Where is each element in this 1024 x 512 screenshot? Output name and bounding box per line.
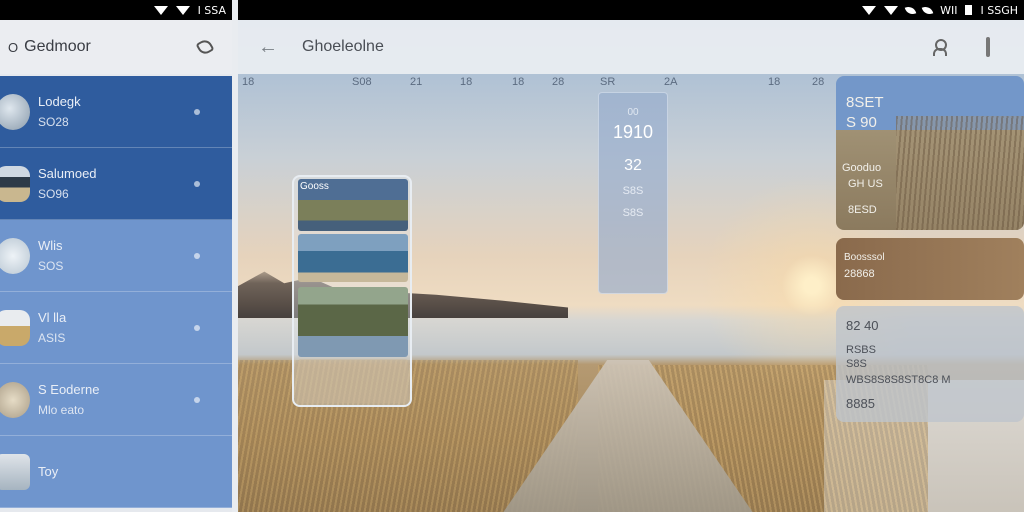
time-card[interactable]: 00 1910 32 S8S S8S — [598, 92, 668, 294]
card-text: S 90 — [846, 114, 877, 131]
leaf-icon — [904, 4, 917, 16]
card-text: 82 40 — [846, 318, 879, 333]
card-text: Gooduo — [842, 162, 882, 174]
card-image — [896, 116, 1024, 230]
timeline-tick: S08 — [352, 76, 372, 88]
item-title: Wlis — [38, 237, 63, 253]
item-sub: ASIS — [38, 330, 66, 345]
status-text: WII — [940, 3, 958, 17]
status-text: I SSGH — [980, 3, 1018, 17]
list-item[interactable]: Vl lla ASIS — [0, 292, 232, 364]
right-title: Ghoeleolne — [302, 38, 384, 55]
back-arrow-icon[interactable]: ← — [258, 36, 278, 59]
avatar — [0, 237, 30, 274]
timeline-tick: 21 — [410, 76, 423, 88]
timeline-tick: SR — [600, 76, 616, 88]
item-title: Lodegk — [38, 93, 81, 109]
dot-icon — [194, 252, 200, 259]
details-card[interactable]: 82 40 RSBS S8S WBS8S8S8ST8C8 M 8885 — [836, 306, 1024, 422]
list-item[interactable]: Wlis SOS — [0, 220, 232, 292]
person-icon[interactable] — [932, 39, 947, 56]
item-title: Salumoed — [38, 165, 97, 181]
left-header: O Gedmoor — [0, 20, 232, 74]
back-button[interactable]: O — [8, 40, 18, 55]
card-text: S8S — [846, 358, 867, 370]
list-item[interactable]: Toy — [0, 436, 232, 508]
item-title: Vl lla — [38, 309, 67, 325]
time-card-sub: 32 — [624, 157, 642, 174]
avatar — [0, 453, 30, 490]
wifi-icon — [175, 5, 190, 15]
list-item[interactable]: S Eoderne Mlo eato — [0, 364, 232, 436]
right-header: ← Ghoeleolne — [238, 20, 1024, 74]
list-item[interactable]: Salumoed SO96 — [0, 148, 232, 220]
right-panel: ← Ghoeleolne 18 S08 21 18 18 28 SR 2A 18… — [238, 20, 1024, 512]
item-sub: SO96 — [38, 186, 69, 201]
avatar — [0, 165, 30, 202]
battery-icon — [965, 5, 973, 15]
status-text: I SSA — [197, 3, 226, 17]
timeline-tick: 18 — [512, 76, 525, 88]
side-cards: 8SET S 90 Gooduo GH US 8ESD Boosssol 288… — [836, 76, 1024, 512]
wifi-icon — [153, 5, 168, 15]
status-bar-left: I SSA — [0, 0, 232, 20]
card-text: Boosssol — [844, 252, 885, 263]
dot-icon — [194, 108, 200, 115]
dot-icon — [194, 324, 200, 331]
photo-gallery-card[interactable]: Gooss — [292, 175, 412, 407]
info-card[interactable]: Boosssol 28868 — [836, 238, 1024, 300]
left-panel: O Gedmoor Lodegk SO28 Salumoed SO96 Wlis SO… — [0, 20, 232, 512]
timeline-tick: 18 — [768, 76, 781, 88]
timeline-tick: 28 — [552, 76, 565, 88]
card-text: 8885 — [846, 396, 875, 411]
timeline-tick: 18 — [460, 76, 473, 88]
card-text: GH US — [848, 178, 883, 190]
leaf-icon — [921, 4, 934, 16]
timeline-tick: 28 — [812, 76, 825, 88]
timeline-tick: 18 — [242, 76, 255, 88]
photo-thumbnail[interactable] — [298, 359, 408, 403]
avatar — [0, 381, 30, 418]
status-bar-right: WII I SSGH — [238, 0, 1024, 20]
wifi-icon — [862, 5, 877, 15]
wifi-icon — [884, 5, 899, 15]
time-card-note: S8S — [622, 207, 644, 219]
contact-list: Lodegk SO28 Salumoed SO96 Wlis SOS Vl lla AS… — [0, 76, 232, 508]
phone-icon[interactable] — [195, 37, 215, 57]
card-text: WBS8S8S8ST8C8 M — [846, 374, 951, 386]
gallery-title: Gooss — [300, 181, 329, 192]
item-sub: Mlo eato — [38, 402, 85, 417]
timeline-tick: 2A — [664, 76, 678, 88]
dot-icon — [194, 396, 200, 403]
list-item[interactable]: Lodegk SO28 — [0, 76, 232, 148]
item-sub: SOS — [38, 258, 64, 273]
photo-thumbnail[interactable] — [298, 287, 408, 357]
card-text: 8SET — [846, 94, 884, 111]
dot-icon — [194, 180, 200, 187]
time-card-label: 00 — [627, 107, 639, 118]
weather-card[interactable]: 8SET S 90 Gooduo GH US 8ESD — [836, 76, 1024, 230]
time-card-note: S8S — [622, 185, 644, 197]
card-text: 28868 — [844, 268, 875, 280]
item-title: Toy — [38, 463, 59, 479]
avatar — [0, 93, 30, 130]
avatar — [0, 309, 30, 346]
card-text: RSBS — [846, 344, 876, 356]
item-sub: SO28 — [38, 114, 69, 129]
card-text: 8ESD — [848, 204, 877, 216]
item-title: S Eoderne — [38, 381, 100, 397]
mic-icon[interactable] — [986, 37, 990, 57]
time-card-value: 1910 — [612, 122, 654, 142]
photo-thumbnail[interactable] — [298, 234, 408, 282]
left-title: Gedmoor — [24, 38, 91, 55]
